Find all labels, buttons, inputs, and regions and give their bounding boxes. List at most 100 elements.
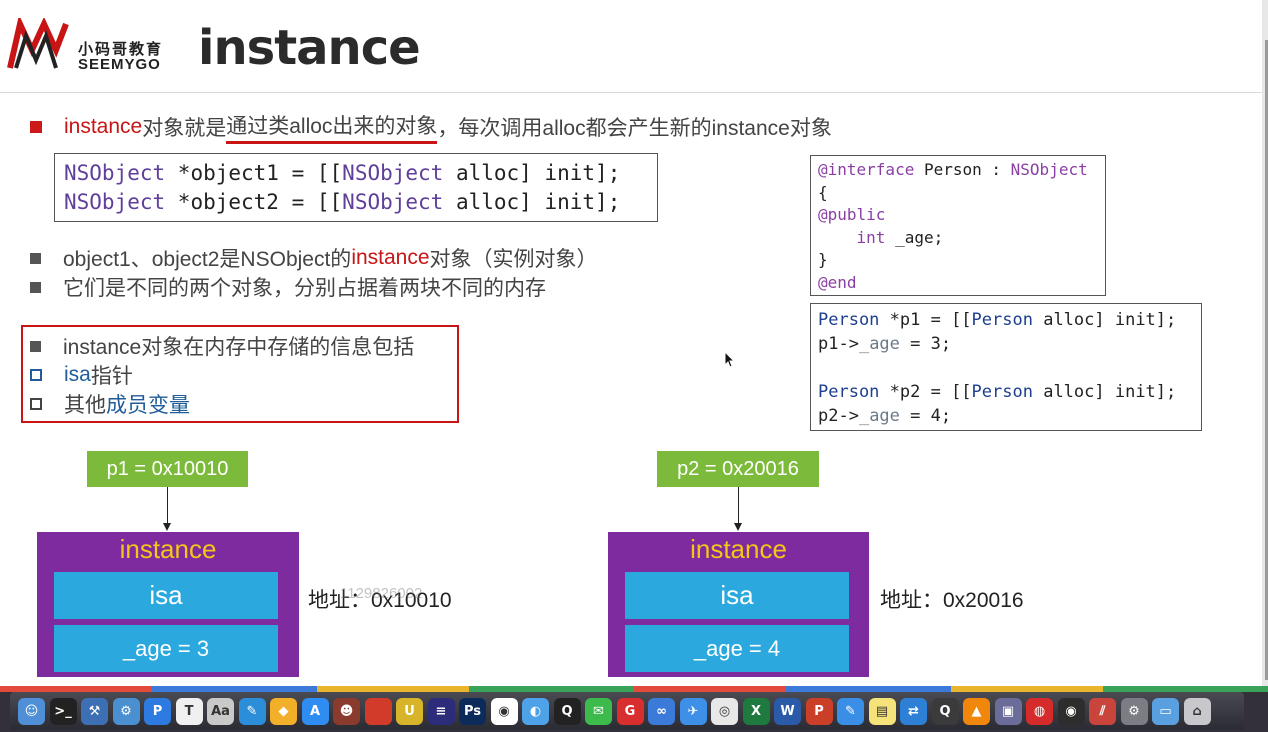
info-members-keyword: 成员变量 xyxy=(106,394,190,417)
pointer-label-p1: p1 = 0x10010 xyxy=(87,451,248,487)
gray-square-bullet-icon xyxy=(30,340,41,352)
code-block-nsobject: NSObject *object1 = [[NSObject alloc] in… xyxy=(54,153,658,222)
code-line: p1->_age = 3; xyxy=(818,334,952,354)
gray-square-bullet-icon xyxy=(30,281,41,293)
netease-music-icon[interactable]: ◍ xyxy=(1026,698,1053,725)
instance-block-p2: instance isa _age = 4 xyxy=(608,532,869,677)
info-item-members: 其他 成员变量 xyxy=(30,389,190,419)
bullet-text-rest: ，每次调用alloc都会产生新的instance对象 xyxy=(437,117,832,140)
arrow-down-icon xyxy=(734,523,742,531)
code-line: NSObject *object2 = [[NSObject alloc] in… xyxy=(64,190,621,214)
word-icon[interactable]: W xyxy=(774,698,801,725)
chrome-icon[interactable]: ◎ xyxy=(711,698,738,725)
hollow-square-bullet-icon xyxy=(30,369,42,381)
code-line: Person *p1 = [[Person alloc] init]; xyxy=(818,310,1177,330)
instance-title: instance xyxy=(690,534,787,564)
feishu-icon[interactable]: ✈ xyxy=(679,698,707,725)
ue-icon[interactable]: U xyxy=(396,698,423,725)
preview-icon[interactable]: P xyxy=(144,698,171,725)
code-block-person-interface: @interface Person : NSObject { @public int… xyxy=(810,155,1106,296)
code-line: @end xyxy=(818,272,857,292)
logo-en-text: SEEMYGO xyxy=(78,56,161,73)
bullet-object-instances: object1、object2是NSObject的 instance 对象（实例… xyxy=(30,243,598,273)
arrow-line xyxy=(167,487,168,523)
vlc-icon[interactable]: ▲ xyxy=(963,698,990,725)
textedit-icon[interactable]: T xyxy=(175,698,203,725)
arrow-line xyxy=(738,487,739,523)
system-prefs-icon[interactable]: ⚙ xyxy=(1120,698,1148,725)
excel-icon[interactable]: X xyxy=(742,698,770,725)
instance-title: instance xyxy=(119,534,217,564)
isa-field: isa xyxy=(625,572,849,619)
age-field: _age = 3 xyxy=(54,625,278,672)
notes-icon[interactable]: ✎ xyxy=(837,698,864,725)
bullet-instance-definition: instance 对象就是 通过类alloc出来的对象 ，每次调用alloc都会… xyxy=(30,110,832,144)
bullet-text: 对象就是 xyxy=(142,117,227,140)
bullet-different-memory: 它们是不同的两个对象，分别占据着两块不同的内存 xyxy=(30,272,546,302)
baidu-icon[interactable]: ∞ xyxy=(648,698,675,725)
vscode-icon[interactable]: ≡ xyxy=(427,698,455,725)
photoshop-icon[interactable]: Ps xyxy=(459,698,486,725)
xcode-icon[interactable]: ⚒ xyxy=(81,698,108,725)
netease-icon[interactable]: G xyxy=(616,698,644,725)
media-icon[interactable]: ▣ xyxy=(994,698,1022,725)
parallels-icon[interactable]: ⫽ xyxy=(1089,698,1116,725)
slide-title: instance xyxy=(198,20,421,76)
code-block-person-instances: Person *p1 = [[Person alloc] init]; p1->_… xyxy=(810,303,1202,431)
finder-icon[interactable]: ☺ xyxy=(18,698,45,725)
bullet-text-rest: 对象（实例对象） xyxy=(429,248,598,271)
bullet-text: object1、object2是NSObject的 xyxy=(63,248,352,271)
sketch-icon[interactable]: ◆ xyxy=(270,698,297,725)
bullet-keyword: instance xyxy=(64,115,143,138)
instruments-icon[interactable]: ⚙ xyxy=(112,698,140,725)
font-book-icon[interactable]: Aa xyxy=(207,698,234,725)
hollow-square-bullet-icon xyxy=(30,398,42,410)
mouse-cursor-icon xyxy=(724,351,736,368)
pages-icon[interactable]: ✎ xyxy=(238,698,266,725)
info-isa-suffix: 指针 xyxy=(90,365,133,388)
code-line: } xyxy=(818,250,828,269)
info-item-isa: isa 指针 xyxy=(30,360,133,390)
stickies-icon[interactable]: ▤ xyxy=(868,698,896,725)
bullet-text: 它们是不同的两个对象，分别占据着两块不同的内存 xyxy=(63,277,546,300)
gray-square-bullet-icon xyxy=(30,252,41,264)
address-label-p2: 地址：0x20016 xyxy=(880,589,1024,612)
code-line: @public xyxy=(818,205,886,224)
logo-mark-icon xyxy=(7,18,69,69)
info-title-text: instance对象在内存中存储的信息包括 xyxy=(63,336,415,359)
isa-field: isa xyxy=(54,572,278,619)
quicktime-icon[interactable]: Q xyxy=(931,698,959,725)
seemygo-logo: 小码哥教育 SEEMYGO xyxy=(6,18,176,74)
code-line: Person *p2 = [[Person alloc] init]; xyxy=(818,382,1177,402)
trash-icon[interactable]: ⌂ xyxy=(1183,698,1211,725)
age-field: _age = 4 xyxy=(625,625,849,672)
code-line: @interface Person : NSObject xyxy=(818,160,1088,179)
github-icon[interactable]: ◉ xyxy=(490,698,518,725)
bullet-underlined-text: 通过类alloc出来的对象 xyxy=(226,110,438,144)
code-line: { xyxy=(818,182,828,202)
apple-icon[interactable] xyxy=(364,698,392,725)
qq-icon[interactable]: Q xyxy=(553,698,581,725)
browser-icon[interactable]: ◐ xyxy=(522,698,549,725)
powerpoint-icon[interactable]: P xyxy=(805,698,833,725)
header-divider xyxy=(0,92,1268,93)
avatar-app-icon[interactable]: ☻ xyxy=(333,698,360,725)
wechat-icon[interactable]: ✉ xyxy=(585,698,612,725)
info-isa-keyword: isa xyxy=(64,363,91,386)
watermark: 1129826002 xyxy=(340,585,423,602)
pointer-label-p2: p2 = 0x20016 xyxy=(657,451,819,487)
info-other-prefix: 其他 xyxy=(64,394,106,417)
code-line: NSObject *object1 = [[NSObject alloc] in… xyxy=(64,161,621,185)
bullet-keyword: instance xyxy=(351,246,430,269)
app-store-icon[interactable]: A xyxy=(301,698,329,725)
instance-block-p1: instance isa _age = 3 xyxy=(37,532,299,677)
arrow-down-icon xyxy=(163,523,171,531)
teamviewer-icon[interactable]: ⇄ xyxy=(900,698,927,725)
terminal-icon[interactable]: >_ xyxy=(49,698,77,725)
info-title: instance对象在内存中存储的信息包括 xyxy=(30,331,414,361)
audio-icon[interactable]: ◉ xyxy=(1057,698,1085,725)
folder-icon[interactable]: ▭ xyxy=(1152,698,1179,725)
code-line: int _age; xyxy=(818,227,944,247)
red-square-bullet-icon xyxy=(30,121,42,133)
